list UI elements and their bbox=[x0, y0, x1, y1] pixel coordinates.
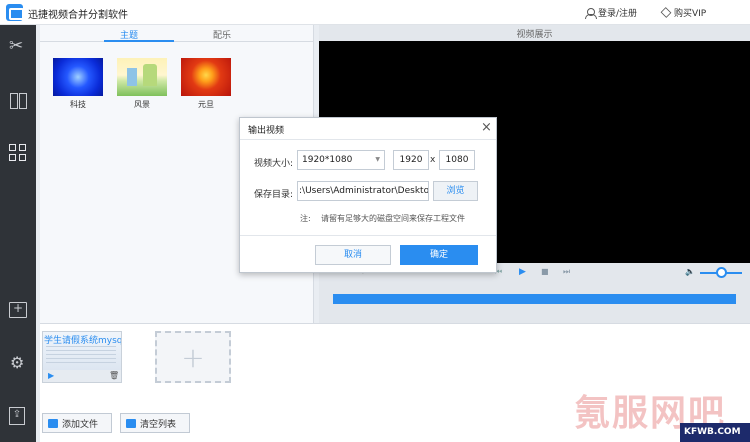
theme-tabs: 主题 配乐 bbox=[40, 25, 314, 42]
width-input[interactable]: 1920 bbox=[393, 150, 429, 170]
height-input[interactable]: 1080 bbox=[439, 150, 475, 170]
tab-music[interactable]: 配乐 bbox=[213, 28, 231, 41]
theme-thumb-new-year[interactable] bbox=[181, 58, 231, 96]
cancel-button[interactable]: 取消 bbox=[315, 245, 391, 265]
dialog-divider bbox=[240, 139, 496, 140]
login-button[interactable]: 登录/注册 bbox=[585, 6, 637, 19]
clear-list-button[interactable]: 清空列表 bbox=[120, 413, 190, 433]
note-label: 注: bbox=[300, 214, 311, 223]
trash-icon[interactable]: 🗑 bbox=[109, 371, 119, 380]
add-project-icon[interactable] bbox=[9, 302, 27, 320]
buy-vip-button[interactable]: 购买VIP bbox=[660, 6, 707, 19]
settings-icon[interactable] bbox=[9, 353, 27, 373]
diamond-icon bbox=[660, 7, 672, 18]
add-clip-placeholder[interactable] bbox=[155, 331, 231, 383]
clip-item[interactable]: 学生请假系统mysql ▶ 🗑 bbox=[42, 331, 122, 383]
watermark-badge: KFWB.COM bbox=[680, 423, 750, 442]
vip-label: 购买VIP bbox=[674, 9, 707, 19]
theme-label-new-year: 元旦 bbox=[198, 100, 214, 109]
clip-title: 学生请假系统mysql bbox=[44, 336, 121, 346]
note-text: 请留有足够大的磁盘空间来保存工程文件 bbox=[321, 214, 465, 223]
stop-icon[interactable] bbox=[541, 267, 551, 277]
theme-thumb-scenery[interactable] bbox=[117, 58, 167, 96]
add-file-button[interactable]: 添加文件 bbox=[42, 413, 112, 433]
dialog-title: 输出视频 bbox=[248, 126, 285, 136]
theme-label-scenery: 风景 bbox=[134, 100, 150, 109]
login-label: 登录/注册 bbox=[598, 9, 638, 19]
clip-toolbar: ▶ 🗑 bbox=[43, 370, 121, 382]
clear-list-icon bbox=[126, 418, 136, 428]
clear-list-label: 清空列表 bbox=[140, 419, 177, 430]
add-file-icon bbox=[48, 418, 58, 428]
save-dir-input[interactable]: :\Users\Administrator\Desktop bbox=[297, 181, 429, 201]
sidebar bbox=[0, 25, 36, 442]
theme-label-tech: 科技 bbox=[70, 100, 86, 109]
volume-icon[interactable] bbox=[685, 267, 695, 277]
play-icon[interactable] bbox=[519, 267, 529, 277]
save-dir-label: 保存目录: bbox=[254, 190, 294, 200]
browse-button[interactable]: 浏览 bbox=[433, 181, 478, 201]
add-file-label: 添加文件 bbox=[62, 419, 99, 430]
output-video-dialog: 输出视频 × 视频大小: 1920*1080 1920 x 1080 保存目录:… bbox=[239, 117, 497, 273]
timeline-bar[interactable] bbox=[333, 294, 736, 304]
ok-button[interactable]: 确定 bbox=[400, 245, 478, 265]
volume-slider-handle[interactable] bbox=[716, 267, 727, 278]
user-icon bbox=[585, 7, 597, 19]
split-icon[interactable] bbox=[9, 92, 27, 110]
preview-title: 视频展示 bbox=[516, 30, 553, 40]
next-icon[interactable] bbox=[563, 267, 573, 277]
export-icon[interactable] bbox=[9, 407, 27, 425]
video-size-select[interactable]: 1920*1080 bbox=[297, 150, 385, 170]
tab-underline bbox=[104, 40, 174, 42]
clip-play-icon[interactable]: ▶ bbox=[48, 371, 54, 380]
title-bar: 迅捷视频合并分割软件 登录/注册 购买VIP bbox=[0, 0, 750, 25]
dialog-footer-divider bbox=[240, 235, 496, 236]
app-title: 迅捷视频合并分割软件 bbox=[28, 10, 128, 21]
theme-thumb-tech[interactable] bbox=[53, 58, 103, 96]
video-size-label: 视频大小: bbox=[254, 159, 294, 169]
times-sign: x bbox=[430, 155, 436, 165]
grid-icon[interactable] bbox=[9, 144, 27, 162]
scissors-icon[interactable] bbox=[9, 36, 27, 57]
clip-thumbnail: 学生请假系统mysql bbox=[43, 332, 121, 370]
app-logo-icon bbox=[6, 4, 24, 21]
close-icon[interactable]: × bbox=[481, 120, 492, 135]
